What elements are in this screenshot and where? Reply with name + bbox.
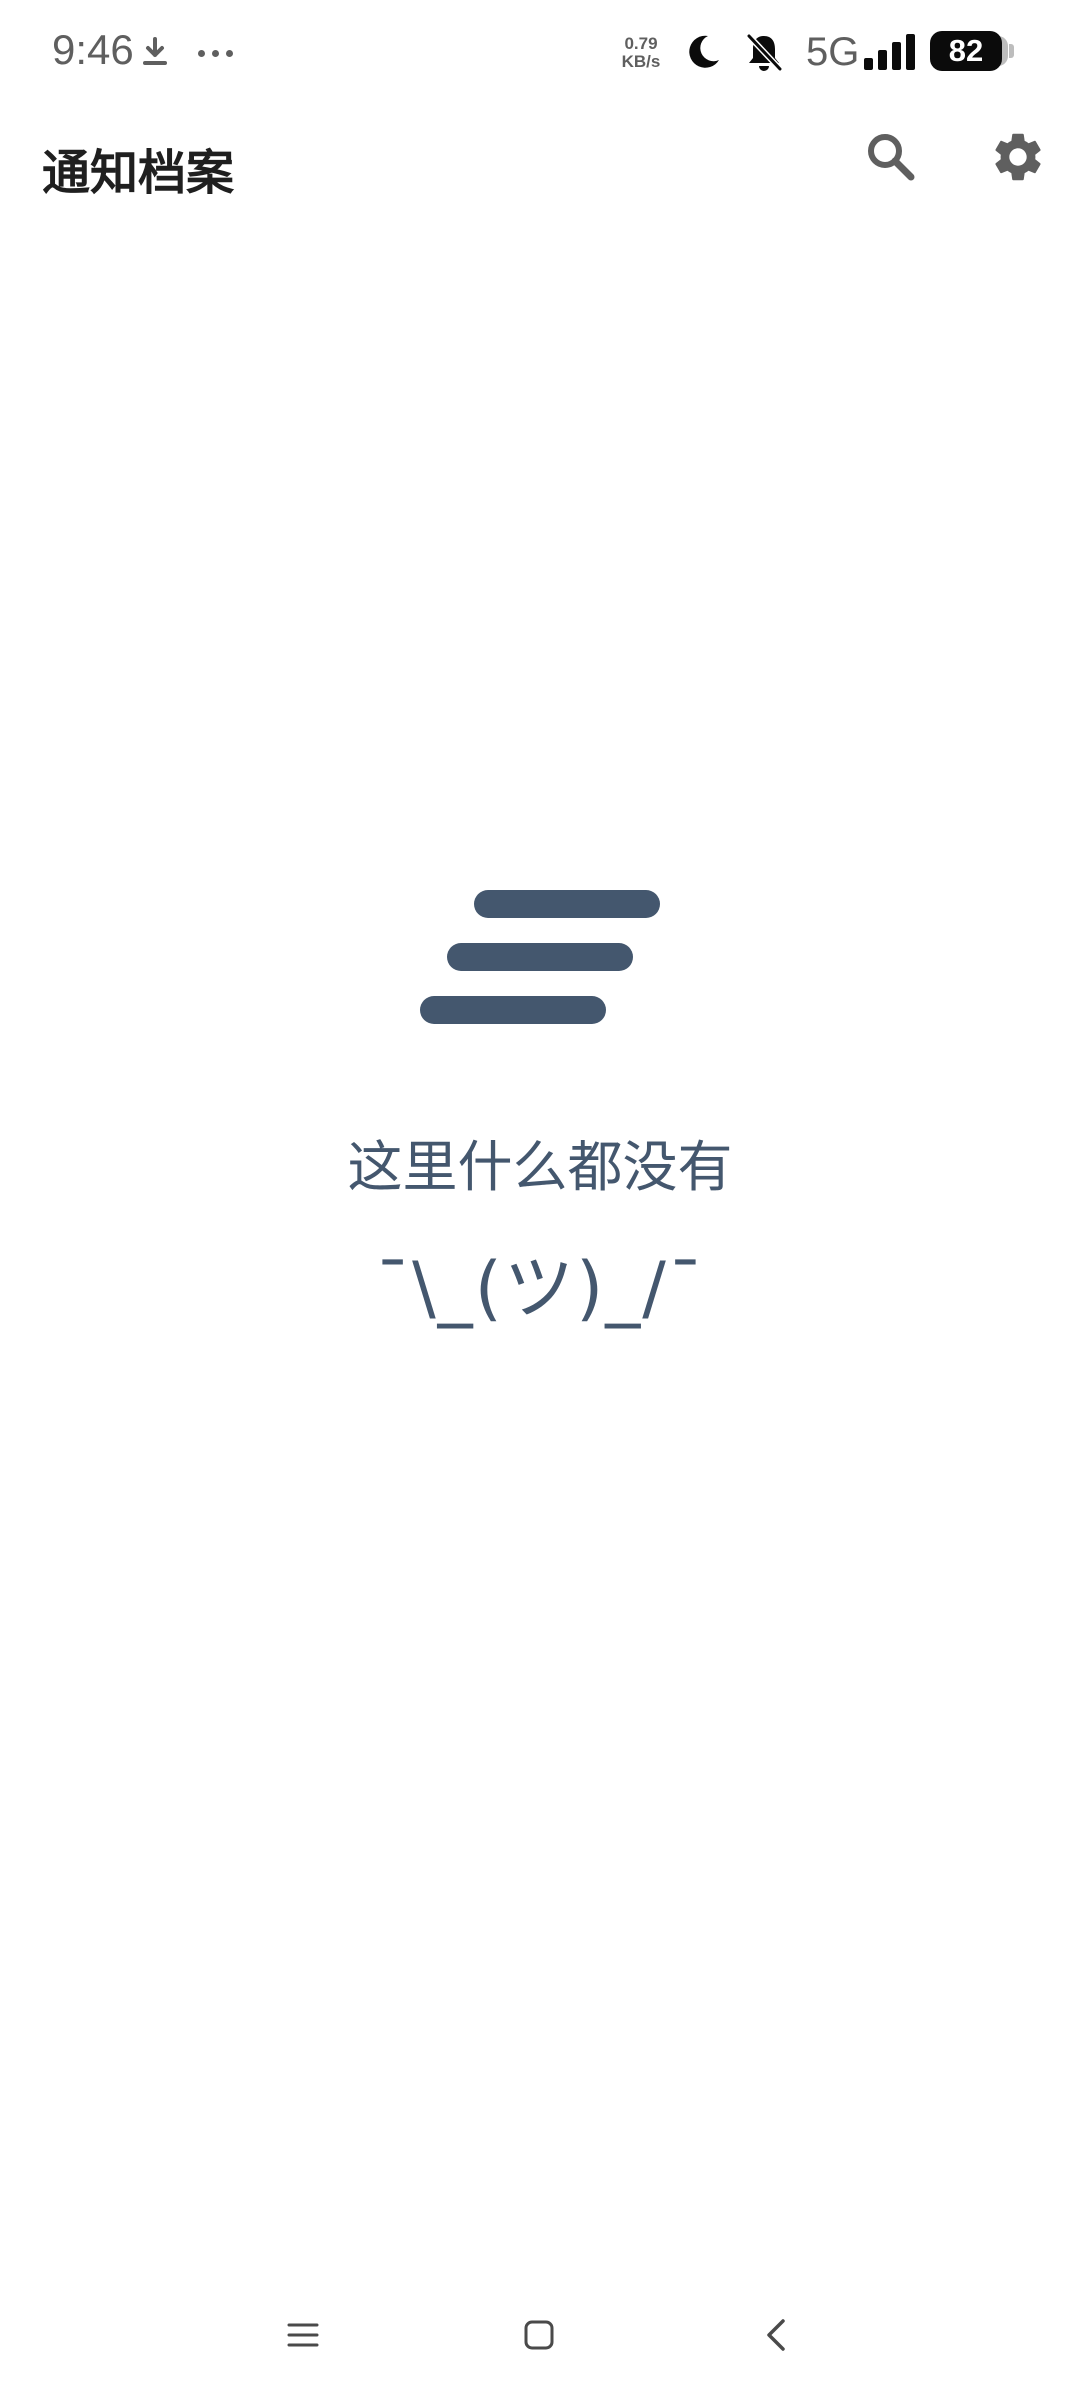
empty-message: 这里什么都没有 xyxy=(347,1135,733,1199)
app-bar: 通知档案 xyxy=(0,105,1080,220)
more-dots-icon xyxy=(198,50,233,57)
settings-button[interactable] xyxy=(978,117,1058,197)
status-time: 9:46 xyxy=(52,26,134,73)
settings-gear-icon xyxy=(995,133,1041,181)
back-button[interactable] xyxy=(731,2290,821,2380)
bell-muted-icon xyxy=(746,33,783,72)
network-type: 5G xyxy=(806,30,860,74)
battery-icon: 82 xyxy=(930,31,1002,71)
menu-icon xyxy=(287,2323,319,2347)
system-nav-bar xyxy=(0,2290,1080,2400)
screen: 9:46 0.79 KB/s 5G 82 通知档案 这里什么都没有 ¯\_(ツ)… xyxy=(0,0,1080,2400)
network-speed-unit: KB/s xyxy=(621,52,661,71)
search-button[interactable] xyxy=(851,117,931,197)
shrug-emoticon: ¯\_(ツ)_/¯ xyxy=(375,1247,705,1329)
back-icon xyxy=(767,2319,785,2351)
network-speed: 0.79 KB/s xyxy=(618,35,664,71)
list-lines-icon xyxy=(420,890,660,1024)
signal-icon xyxy=(864,34,915,70)
status-bar: 9:46 0.79 KB/s 5G 82 xyxy=(0,0,1080,105)
moon-icon xyxy=(689,35,719,68)
recents-button[interactable] xyxy=(258,2290,348,2380)
network-speed-value: 0.79 xyxy=(624,34,658,53)
page-title: 通知档案 xyxy=(42,145,235,201)
home-icon xyxy=(524,2320,554,2350)
battery-tip xyxy=(1009,44,1014,58)
search-icon xyxy=(868,134,915,181)
home-button[interactable] xyxy=(494,2290,584,2380)
download-icon xyxy=(143,37,167,65)
